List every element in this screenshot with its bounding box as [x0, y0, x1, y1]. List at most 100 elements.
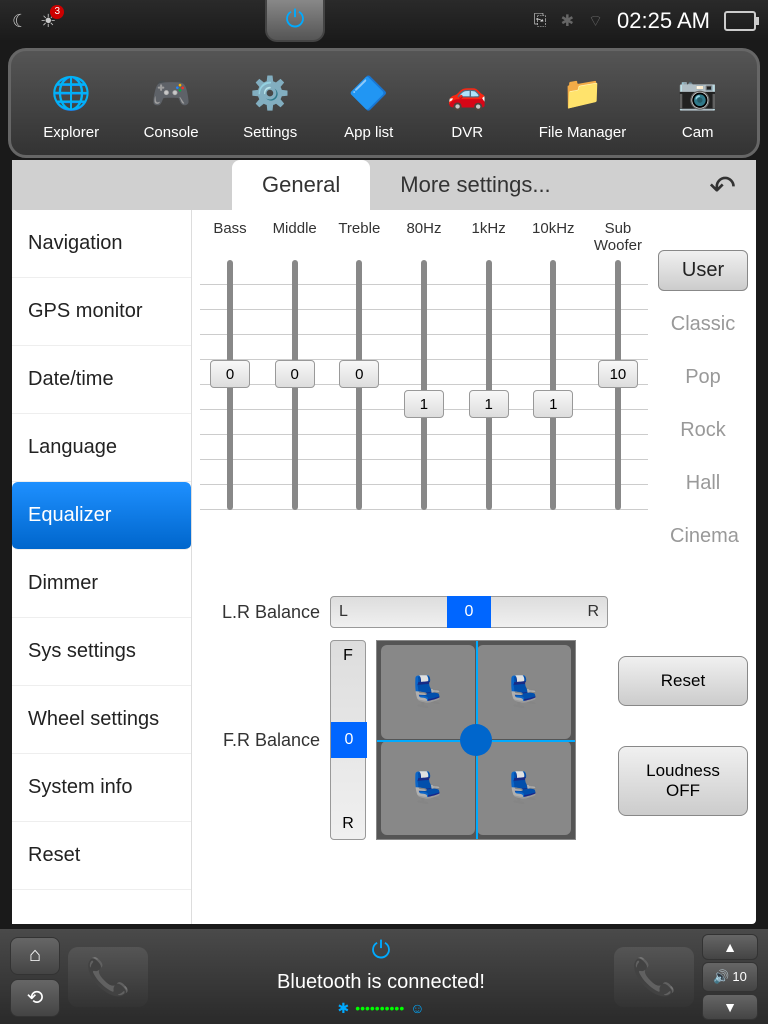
sidebar-item-equalizer[interactable]: Equalizer — [12, 482, 191, 550]
sidebar-item-system-info[interactable]: System info — [12, 754, 191, 822]
usb-icon: ⎘ — [534, 12, 547, 30]
back-button[interactable]: ↶ — [709, 168, 736, 206]
app-label: Explorer — [43, 124, 99, 141]
balance-point[interactable] — [460, 724, 492, 756]
app-icon: ⚙️ — [243, 66, 297, 120]
sidebar-item-navigation[interactable]: Navigation — [12, 210, 191, 278]
fr-balance-label: F.R Balance — [200, 730, 320, 751]
back-nav-button[interactable]: ⟲ — [10, 979, 60, 1017]
eq-slider-bass[interactable]: 0 — [204, 260, 256, 510]
lr-balance-label: L.R Balance — [200, 602, 320, 623]
power-icon[interactable]: ⏻ — [372, 937, 391, 965]
bluetooth-status: Bluetooth is connected! — [277, 971, 485, 994]
app-cam[interactable]: 📷Cam — [671, 66, 725, 141]
seat-rr: 💺 — [477, 741, 571, 835]
eq-thumb[interactable]: 1 — [469, 390, 509, 418]
moon-icon: ☾ — [12, 11, 28, 32]
bluetooth-icon: ✱ — [561, 11, 574, 31]
app-label: Console — [144, 124, 199, 141]
app-app-list[interactable]: 🔷 App list — [342, 66, 396, 141]
app-label: Cam — [682, 124, 714, 141]
settings-panel: General More settings... ↶ NavigationGPS… — [12, 160, 756, 924]
reset-button[interactable]: Reset — [618, 656, 748, 706]
app-icon: 📁 — [555, 66, 609, 120]
battery-icon — [724, 11, 756, 31]
call-answer-button[interactable]: 📞 — [68, 947, 148, 1007]
eq-slider-10khz[interactable]: 1 — [527, 260, 579, 510]
eq-thumb[interactable]: 0 — [210, 360, 250, 388]
sidebar-item-sys-settings[interactable]: Sys settings — [12, 618, 191, 686]
sidebar-item-reset[interactable]: Reset — [12, 822, 191, 890]
seat-rl: 💺 — [381, 741, 475, 835]
lr-balance-thumb[interactable]: 0 — [447, 596, 491, 628]
eq-thumb[interactable]: 0 — [339, 360, 379, 388]
eq-thumb[interactable]: 1 — [404, 390, 444, 418]
eq-band-label: Treble — [333, 220, 385, 254]
fr-balance-thumb[interactable]: 0 — [331, 722, 367, 758]
app-explorer[interactable]: 🌐 Explorer — [43, 66, 99, 141]
sidebar-item-wheel-settings[interactable]: Wheel settings — [12, 686, 191, 754]
preset-hall[interactable]: Hall — [658, 464, 748, 503]
eq-band-label: 80Hz — [398, 220, 450, 254]
volume-down-button[interactable]: ▼ — [702, 994, 758, 1020]
lr-left-label: L — [339, 603, 348, 621]
eq-slider-treble[interactable]: 0 — [333, 260, 385, 510]
preset-rock[interactable]: Rock — [658, 411, 748, 450]
eq-slider-1khz[interactable]: 1 — [463, 260, 515, 510]
app-icon: 🎮 — [144, 66, 198, 120]
seat-fl: 💺 — [381, 645, 475, 739]
eq-band-label: 10kHz — [527, 220, 579, 254]
bottom-bar: ⌂ ⟲ 📞 ⏻ Bluetooth is connected! ✱•••••••… — [0, 929, 768, 1024]
home-button[interactable]: ⌂ — [10, 937, 60, 975]
tab-more-settings[interactable]: More settings... — [370, 160, 580, 210]
app-label: DVR — [451, 124, 483, 141]
eq-thumb[interactable]: 10 — [598, 360, 638, 388]
volume-display[interactable]: 🔊 10 — [702, 962, 758, 992]
preset-classic[interactable]: Classic — [658, 305, 748, 344]
call-end-button[interactable]: 📞 — [614, 947, 694, 1007]
tab-general[interactable]: General — [232, 160, 370, 210]
settings-sidebar: NavigationGPS monitorDate/timeLanguageEq… — [12, 210, 192, 924]
sidebar-item-dimmer[interactable]: Dimmer — [12, 550, 191, 618]
preset-cinema[interactable]: Cinema — [658, 517, 748, 556]
eq-thumb[interactable]: 0 — [275, 360, 315, 388]
wifi-icon: ⌔ — [588, 11, 603, 31]
app-file-manager[interactable]: 📁 File Manager — [539, 66, 627, 141]
sidebar-item-date-time[interactable]: Date/time — [12, 346, 191, 414]
eq-band-label: Bass — [204, 220, 256, 254]
app-settings[interactable]: ⚙️ Settings — [243, 66, 297, 141]
seat-balance-grid[interactable]: 💺 💺 💺 💺 — [376, 640, 576, 840]
clock: 02:25 AM — [617, 8, 710, 34]
app-dock: 🌐 Explorer 🎮 Console ⚙️ Settings 🔷 App list 🚗 DVR… — [8, 48, 760, 158]
app-label: Settings — [243, 124, 297, 141]
fr-balance-slider[interactable]: F 0 R — [330, 640, 366, 840]
eq-band-label: Middle — [269, 220, 321, 254]
app-label: File Manager — [539, 124, 627, 141]
tabs: General More settings... ↶ — [12, 160, 756, 210]
eq-thumb[interactable]: 1 — [533, 390, 573, 418]
app-icon: 🔷 — [342, 66, 396, 120]
app-icon: 🌐 — [44, 66, 98, 120]
app-dvr[interactable]: 🚗 DVR — [440, 66, 494, 141]
app-console[interactable]: 🎮 Console — [144, 66, 199, 141]
loudness-button[interactable]: Loudness OFF — [618, 746, 748, 816]
eq-band-label: Sub Woofer — [592, 220, 644, 254]
eq-slider-subwoofer[interactable]: 10 — [592, 260, 644, 510]
lr-right-label: R — [587, 603, 599, 621]
lr-balance-slider[interactable]: L 0 R — [330, 596, 608, 628]
sidebar-item-gps-monitor[interactable]: GPS monitor — [12, 278, 191, 346]
seat-fr: 💺 — [477, 645, 571, 739]
volume-up-button[interactable]: ▲ — [702, 934, 758, 960]
eq-slider-80hz[interactable]: 1 — [398, 260, 450, 510]
eq-slider-middle[interactable]: 0 — [269, 260, 321, 510]
fr-rear-label: R — [342, 815, 354, 833]
power-button-top[interactable]: ⏻ — [265, 0, 325, 42]
app-label: App list — [344, 124, 393, 141]
equalizer-panel: BassMiddleTreble80Hz1kHz10kHzSub Woofer … — [192, 210, 756, 924]
app-icon: 🚗 — [440, 66, 494, 120]
preset-user[interactable]: User — [658, 250, 748, 291]
connection-indicator: ✱••••••••••☺ — [337, 1000, 424, 1017]
preset-pop[interactable]: Pop — [658, 358, 748, 397]
sidebar-item-language[interactable]: Language — [12, 414, 191, 482]
brightness-icon: ☀3 — [40, 11, 56, 32]
